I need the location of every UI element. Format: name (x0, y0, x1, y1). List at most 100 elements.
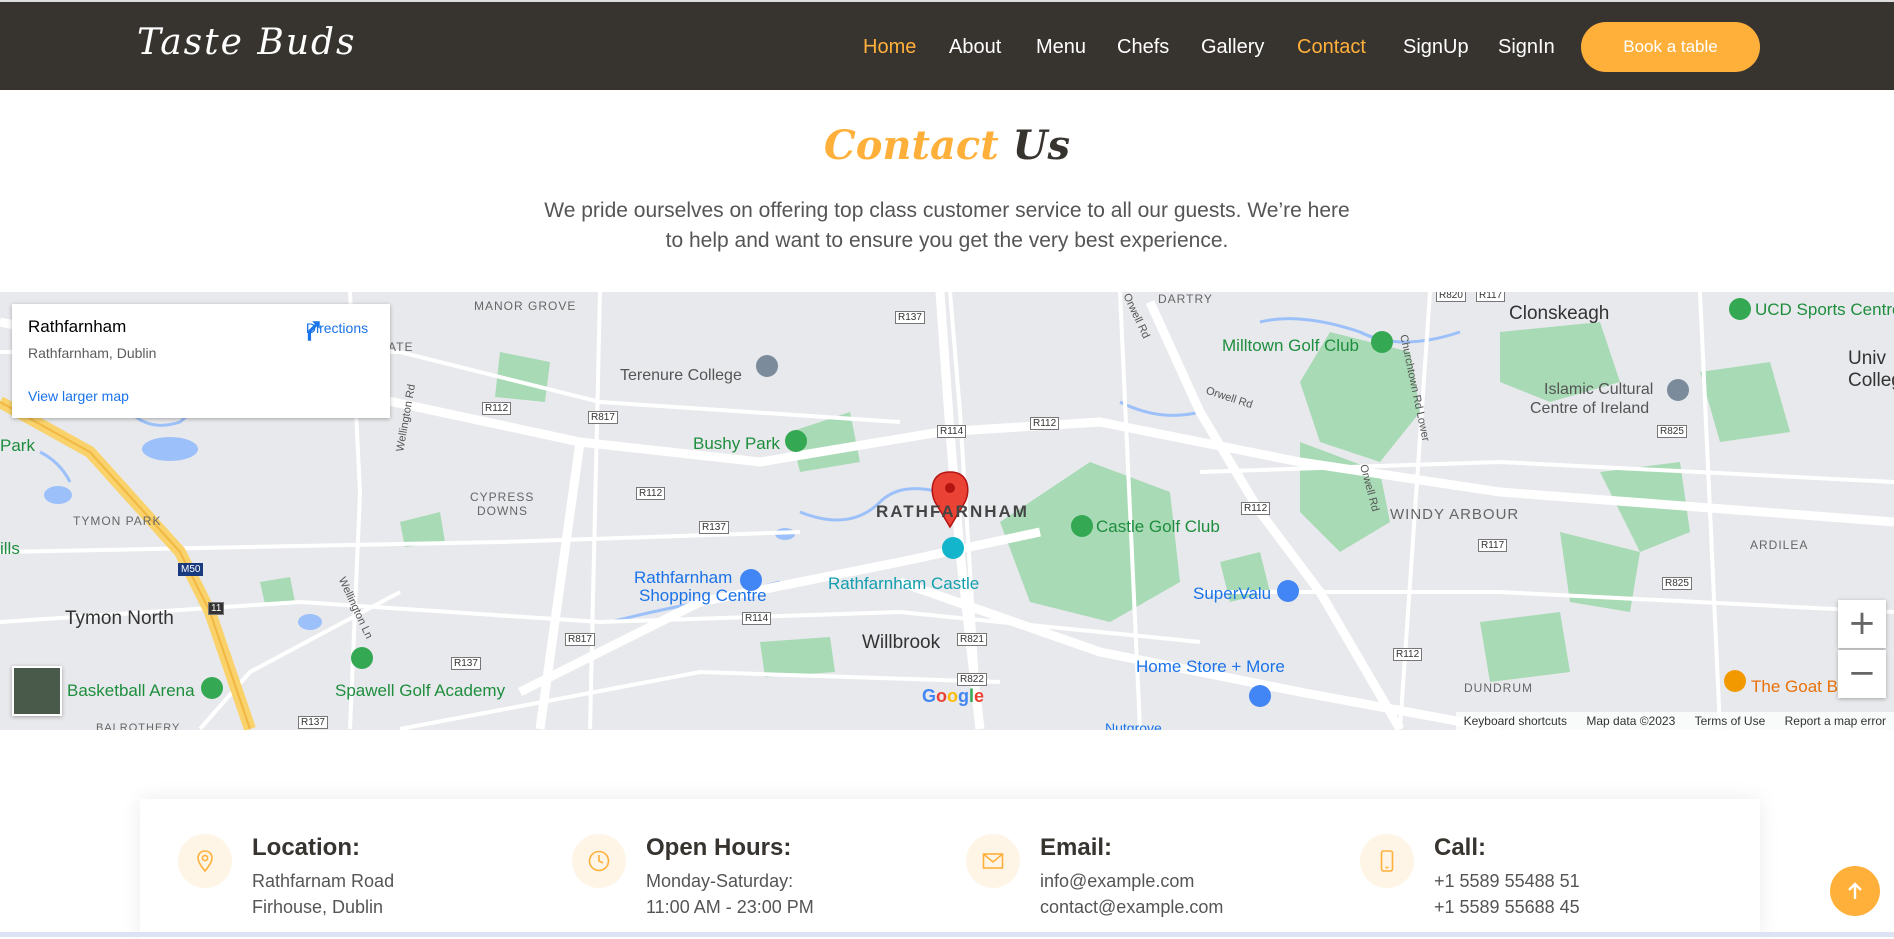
road-sign: R112 (482, 402, 512, 415)
map-label-clonskeagh: Clonskeagh (1509, 303, 1610, 324)
info-call-line2[interactable]: +1 5589 55688 45 (1434, 897, 1580, 918)
satellite-toggle[interactable] (12, 666, 62, 716)
terms-link[interactable]: Terms of Use (1687, 712, 1774, 730)
map-label-home-store: Home Store + More (1136, 657, 1285, 676)
map-label-ardilea: ARDILEA (1750, 538, 1809, 552)
report-error-link[interactable]: Report a map error (1777, 712, 1894, 730)
nav-home[interactable]: Home (863, 36, 916, 59)
map-label-ucd: UCD Sports Centre (1755, 300, 1894, 319)
site-header: Taste Buds Home About Menu Chefs Gallery… (0, 0, 1894, 90)
directions-button[interactable]: Directions (297, 318, 377, 341)
info-location-line1: Rathfarnam Road (252, 871, 395, 891)
keyboard-shortcuts-link[interactable]: Keyboard shortcuts (1456, 712, 1575, 730)
road-sign: R825 (1657, 425, 1687, 438)
map-label-castle: Rathfarnham Castle (828, 574, 980, 593)
map-label-supervalu: SuperValu (1193, 584, 1272, 603)
road-sign: R825 (1662, 577, 1692, 590)
page-bottom-strip (0, 932, 1894, 937)
nav-menu[interactable]: Menu (1036, 36, 1086, 59)
info-call-line1[interactable]: +1 5589 55488 51 (1434, 871, 1580, 892)
map-label-terenure: Terenure College (620, 367, 742, 384)
nav-about[interactable]: About (949, 36, 1001, 59)
map-label-shopping-1: Rathfarnham (634, 568, 733, 587)
info-email: Email: info@example.com contact@example.… (928, 799, 1318, 939)
map-data-credit: Map data ©2023 (1586, 714, 1676, 728)
map-place-address: Rathfarnham, Dublin (28, 345, 157, 361)
clock-icon (572, 834, 626, 888)
section-intro: We pride ourselves on offering top class… (544, 199, 1350, 252)
envelope-icon (966, 834, 1020, 888)
location-icon (178, 834, 232, 888)
map-label-dundrum: DUNDRUM (1464, 681, 1533, 695)
map-label-spawell: Spawell Golf Academy (335, 681, 506, 700)
map-place-name: Rathfarnham (28, 317, 127, 336)
info-location: Location: Rathfarnam Road Firhouse, Dubl… (140, 799, 530, 939)
google-logo: Google (922, 686, 985, 706)
map-label-milltown: Milltown Golf Club (1222, 336, 1359, 355)
road-sign: R114 (742, 612, 772, 625)
info-email-title: Email: (1040, 834, 1113, 861)
map-label-univ: Univ (1848, 348, 1887, 369)
zoom-out-button[interactable]: − (1838, 650, 1886, 698)
nav-signup[interactable]: SignUp (1403, 36, 1469, 59)
info-email-line1[interactable]: info@example.com (1040, 871, 1194, 892)
map-label-tymon-park: TYMON PARK (73, 514, 162, 528)
section-title-contact: Contact (823, 122, 999, 169)
road-sign: R820 (1436, 292, 1466, 302)
map-label-basketball: Basketball Arena (67, 681, 195, 700)
road-sign: R822 (957, 673, 987, 686)
map-label-ate: ATE (388, 340, 414, 354)
nav-chefs[interactable]: Chefs (1117, 36, 1169, 59)
info-call-title: Call: (1434, 834, 1487, 861)
info-call: Call: +1 5589 55488 51 +1 5589 55688 45 (1322, 799, 1712, 939)
map-label-willbrook: Willbrook (862, 632, 941, 653)
map-label-balrothery: BALROTHERY (96, 722, 181, 730)
road-sign: R117 (1478, 539, 1508, 552)
road-sign: R112 (636, 487, 666, 500)
info-location-line2: Firhouse, Dublin (252, 897, 384, 917)
book-table-button[interactable]: Book a table (1581, 22, 1760, 72)
road-sign: R112 (1030, 417, 1060, 430)
map-label-cypress-2: DOWNS (477, 504, 528, 518)
info-hours-title: Open Hours: (646, 834, 792, 861)
back-to-top-button[interactable] (1830, 866, 1880, 916)
view-larger-map-link[interactable]: View larger map (28, 388, 129, 404)
map-label-goat: The Goat B (1751, 677, 1838, 696)
map-label-islamic-1: Islamic Cultural (1544, 381, 1654, 398)
map-label-bushy-park: Bushy Park (693, 434, 780, 453)
section-title: Contact Us (0, 122, 1894, 169)
road-sign-motorway: M50 (178, 563, 204, 576)
road-sign: R137 (298, 716, 328, 729)
nav-gallery[interactable]: Gallery (1201, 36, 1264, 59)
road-sign: R817 (588, 411, 618, 424)
road-sign: R137 (451, 657, 481, 670)
road-sign: R114 (937, 425, 967, 438)
zoom-in-button[interactable]: + (1838, 600, 1886, 648)
info-hours-line2: 11:00 AM - 23:00 PM (646, 897, 814, 917)
map-label-cypress-1: CYPRESS (470, 490, 535, 504)
info-hours-line1: Monday-Saturday: (646, 871, 794, 891)
road-sign: R112 (1393, 648, 1423, 661)
nav-contact[interactable]: Contact (1297, 36, 1366, 59)
road-sign: R821 (957, 633, 987, 646)
map-label-manor-grove: MANOR GROVE (474, 299, 577, 313)
map-footer: Keyboard shortcuts Map data ©2023 Terms … (1455, 712, 1894, 730)
section-title-us: Us (1012, 122, 1071, 169)
site-logo[interactable]: Taste Buds (137, 22, 357, 63)
nav-signin[interactable]: SignIn (1498, 36, 1555, 59)
arrow-up-icon (1848, 882, 1862, 899)
road-sign-exit: 11 (208, 602, 225, 615)
map-label-college: College (1848, 370, 1894, 391)
directions-icon (307, 321, 320, 341)
map-label-islamic-2: Centre of Ireland (1530, 400, 1650, 417)
map-label-dartry: DARTRY (1158, 292, 1213, 306)
map-label-rathfarnham: RATHFARNHAM (876, 502, 1029, 521)
map-label-tymon-north: Tymon North (65, 608, 174, 629)
info-email-line2[interactable]: contact@example.com (1040, 897, 1223, 918)
info-location-title: Location: (252, 834, 360, 861)
map-info-card: Rathfarnham Rathfarnham, Dublin Directio… (12, 304, 390, 418)
road-sign: R137 (895, 311, 925, 324)
map-label-park: Park (0, 436, 35, 455)
map-label-castle-golf: Castle Golf Club (1096, 517, 1220, 536)
embedded-map[interactable]: MANOR GROVE DARTRY Clonskeagh UCD Sports… (0, 292, 1894, 730)
